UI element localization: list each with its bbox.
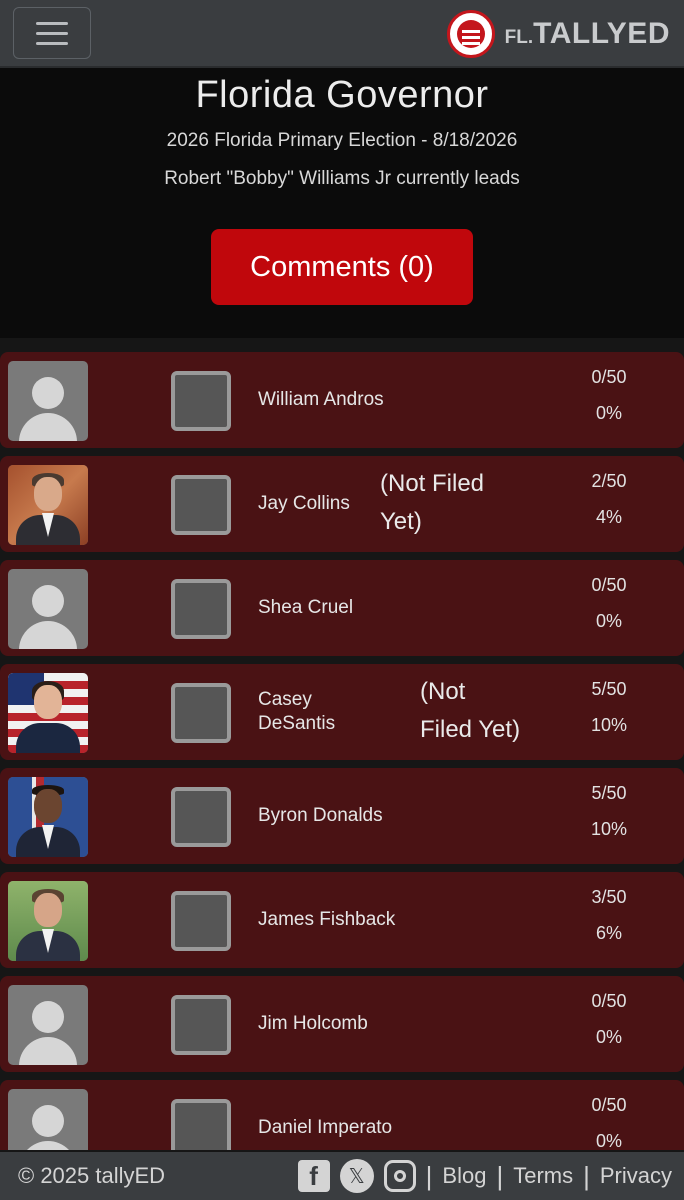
instagram-icon[interactable] [383,1160,416,1192]
divider: | [425,1160,433,1191]
footer-links: f 𝕏 | Blog | Terms | Privacy [297,1152,672,1200]
x-twitter-icon[interactable]: 𝕏 [339,1159,374,1193]
leader-status: Robert "Bobby" Williams Jr currently lea… [164,168,520,189]
election-subtitle: 2026 Florida Primary Election - 8/18/202… [166,130,518,151]
race-header: Florida Governor 2026 Florida Primary El… [0,68,684,338]
candidate-name: Jim Holcomb [258,1013,368,1035]
footer-bar: © 2025 tallyED f 𝕏 | Blog | Terms | Priv… [0,1152,684,1200]
comments-button[interactable]: Comments (0) [211,229,473,305]
filing-status-note: (Not Filed Yet) [420,678,521,743]
candidate-row: Shea Cruel 0/50 0% [0,560,684,656]
candidate-row: William Andros 0/50 0% [0,352,684,448]
brand-wordmark: FL.TALLYED [504,17,670,50]
candidate-name: Byron Donalds [258,805,383,827]
hamburger-menu-icon[interactable] [13,7,91,59]
candidate-name: William Andros [258,389,384,411]
candidate-row: Daniel Imperato 0/50 0% [0,1080,684,1150]
candidate-row: Byron Donalds 5/50 10% [0,768,684,864]
vote-tally: 0/50 0% [591,991,627,1047]
vote-tally: 0/50 0% [591,367,627,423]
vote-checkbox[interactable] [171,787,231,847]
avatar-placeholder-icon [8,361,88,441]
vote-checkbox[interactable] [171,683,231,743]
vote-checkbox[interactable] [171,475,231,535]
page-title: Florida Governor [195,74,489,116]
facebook-icon[interactable]: f [297,1160,330,1192]
candidate-list: William Andros 0/50 0% Jay Collins (Not F… [0,352,684,1150]
candidate-row: Casey DeSantis (Not Filed Yet) 5/50 10% [0,664,684,760]
vote-checkbox[interactable] [171,891,231,951]
candidate-name: James Fishback [258,909,396,931]
divider: | [496,1160,504,1191]
vote-checkbox[interactable] [171,579,231,639]
avatar-placeholder-icon [8,1089,88,1150]
candidate-photo [8,881,88,961]
vote-checkbox[interactable] [171,371,231,431]
vote-checkbox[interactable] [171,995,231,1055]
vote-tally: 0/50 0% [591,575,627,631]
candidate-photo [8,465,88,545]
candidate-row: Jim Holcomb 0/50 0% [0,976,684,1072]
candidate-row: Jay Collins (Not Filed Yet) 2/50 4% [0,456,684,552]
avatar-placeholder-icon [8,985,88,1065]
candidate-photo [8,673,88,753]
privacy-link[interactable]: Privacy [600,1163,672,1189]
vote-tally: 5/50 10% [590,783,628,839]
vote-tally: 3/50 6% [591,887,627,943]
candidate-name: Shea Cruel [258,597,354,619]
vote-tally: 5/50 10% [590,679,628,735]
terms-link[interactable]: Terms [513,1163,573,1189]
vote-tally: 0/50 0% [591,1095,627,1150]
blog-link[interactable]: Blog [442,1163,486,1189]
vote-tally: 2/50 4% [591,471,627,527]
tallyed-seal-logo-icon [446,10,495,58]
divider: | [583,1160,590,1191]
copyright-text: © 2025 tallyED [18,1163,166,1188]
vote-checkbox[interactable] [171,1099,231,1150]
avatar-placeholder-icon [8,569,88,649]
candidate-photo [8,777,88,857]
top-navbar: FL.TALLYED [0,0,684,68]
candidate-name: Casey DeSantis [258,689,336,734]
filing-status-note: (Not Filed Yet) [380,470,485,535]
candidate-name: Jay Collins [258,493,350,515]
candidate-row: James Fishback 3/50 6% [0,872,684,968]
brand-logo[interactable]: FL.TALLYED [446,9,670,59]
candidate-name: Daniel Imperato [258,1117,393,1139]
